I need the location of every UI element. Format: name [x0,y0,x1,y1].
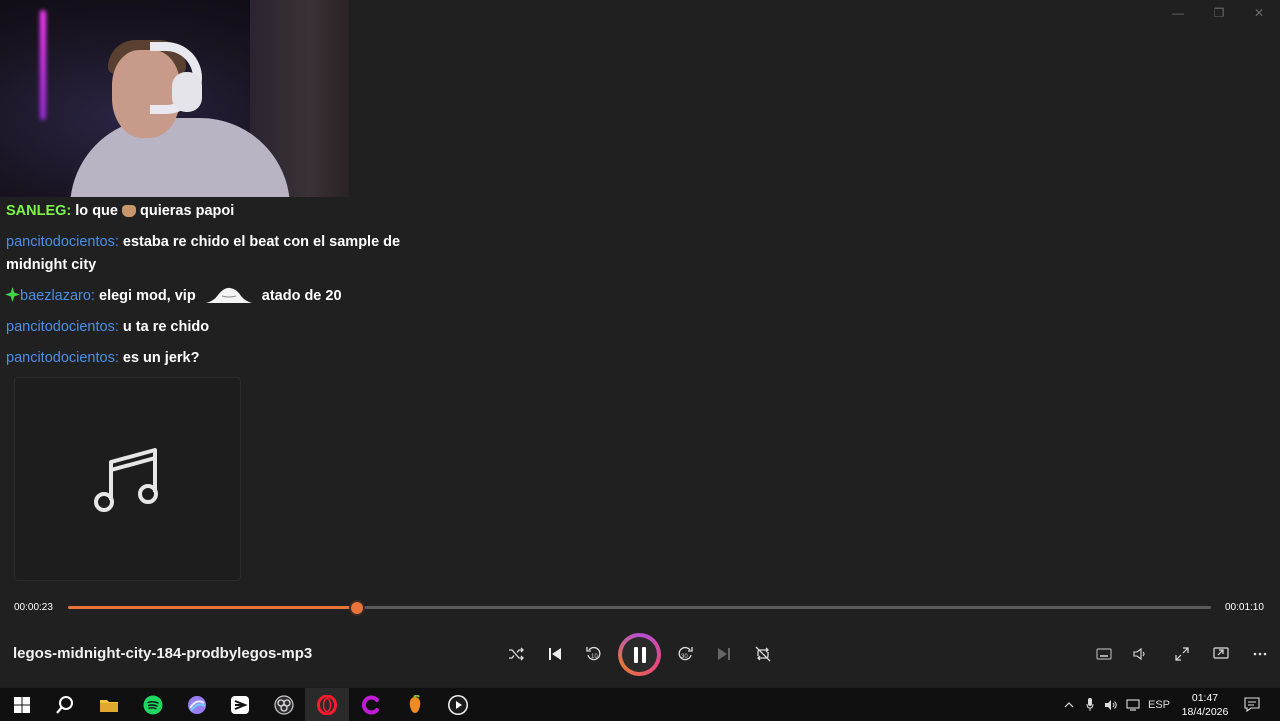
chat-message-continuation: midnight city [6,254,96,277]
rewind-10-icon[interactable]: 10 [582,643,606,665]
language-indicator[interactable]: ESP [1146,688,1172,721]
chat-message: pancitodocientos: estaba re chido el bea… [6,231,400,254]
chat-message: SANLEG: lo que quieras papoi [6,200,234,223]
speaker-icon[interactable] [1102,688,1120,721]
chat-message: baezlazaro: elegi mod, vip atado de 20 [5,285,342,308]
sub-badge-icon [5,287,20,304]
windows-start-icon[interactable] [0,688,44,721]
total-duration: 00:01:10 [1225,602,1264,613]
hat-emote-icon [204,285,254,305]
obs-icon[interactable] [262,688,306,721]
clock-date: 18/4/2026 [1181,706,1229,718]
seek-bar-fill [68,606,357,609]
fullscreen-icon[interactable] [1170,643,1194,665]
notifications-icon[interactable] [1240,688,1264,721]
pause-icon [633,646,646,663]
file-explorer-icon[interactable] [87,688,131,721]
album-art [14,377,241,581]
close-icon[interactable]: ✕ [1247,4,1271,22]
more-icon[interactable] [1248,643,1272,665]
svg-text:10: 10 [591,654,598,660]
fist-emote-icon [121,205,136,217]
fl-studio-icon[interactable] [393,688,437,721]
capcut-icon[interactable] [218,688,262,721]
shuffle-icon[interactable] [504,643,528,665]
chevron-up-icon[interactable] [1060,688,1078,721]
chat-text: midnight city [6,257,97,273]
track-title: legos-midnight-city-184-prodbylegos-mp3 [13,645,313,662]
chat-message: pancitodocientos: u ta re chido [6,316,209,339]
next-icon[interactable] [712,643,736,665]
browser-icon[interactable] [175,688,219,721]
svg-text:30: 30 [681,654,688,660]
search-icon[interactable] [43,688,87,721]
chat-text: es un jerk? [122,350,200,366]
network-icon[interactable] [1124,688,1142,721]
chat-text: quieras papoi [139,203,235,219]
spotify-icon[interactable] [131,688,175,721]
webcam-video [0,0,349,197]
chat-text: elegi mod, vip [99,288,196,304]
pause-button[interactable] [618,633,661,676]
restore-icon[interactable]: ❐ [1207,4,1231,22]
volume-icon[interactable] [1128,643,1152,665]
chat-username: SANLEG: [6,203,72,219]
chat-text: atado de 20 [261,288,342,304]
minimize-icon[interactable]: — [1166,4,1190,22]
opera-icon[interactable] [305,688,349,721]
forward-30-icon[interactable]: 30 [673,643,697,665]
media-player-icon[interactable] [436,688,480,721]
chat-username: pancitodocientos: [6,234,119,250]
repeat-off-icon[interactable] [751,643,775,665]
chat-username: pancitodocientos: [6,319,119,335]
chat-text: estaba re chido el beat con el sample de [122,234,401,250]
clock-time: 01:47 [1191,692,1219,704]
chat-text: u ta re chido [122,319,210,335]
chat-message: pancitodocientos: es un jerk? [6,347,199,370]
chat-username: baezlazaro: [20,288,95,304]
cast-icon[interactable] [1209,643,1233,665]
previous-icon[interactable] [543,643,567,665]
mini-player-icon[interactable] [1092,643,1116,665]
clock[interactable]: 01:47 18/4/2026 [1176,691,1234,719]
taskbar: ESP 01:47 18/4/2026 [0,687,1280,721]
seek-thumb[interactable] [351,602,363,614]
music-note-icon [94,448,158,512]
chat-username: pancitodocientos: [6,350,119,366]
elapsed-time: 00:00:23 [14,602,53,613]
chat-text: lo que [75,203,118,219]
canva-icon[interactable] [349,688,393,721]
microphone-icon[interactable] [1082,688,1098,721]
